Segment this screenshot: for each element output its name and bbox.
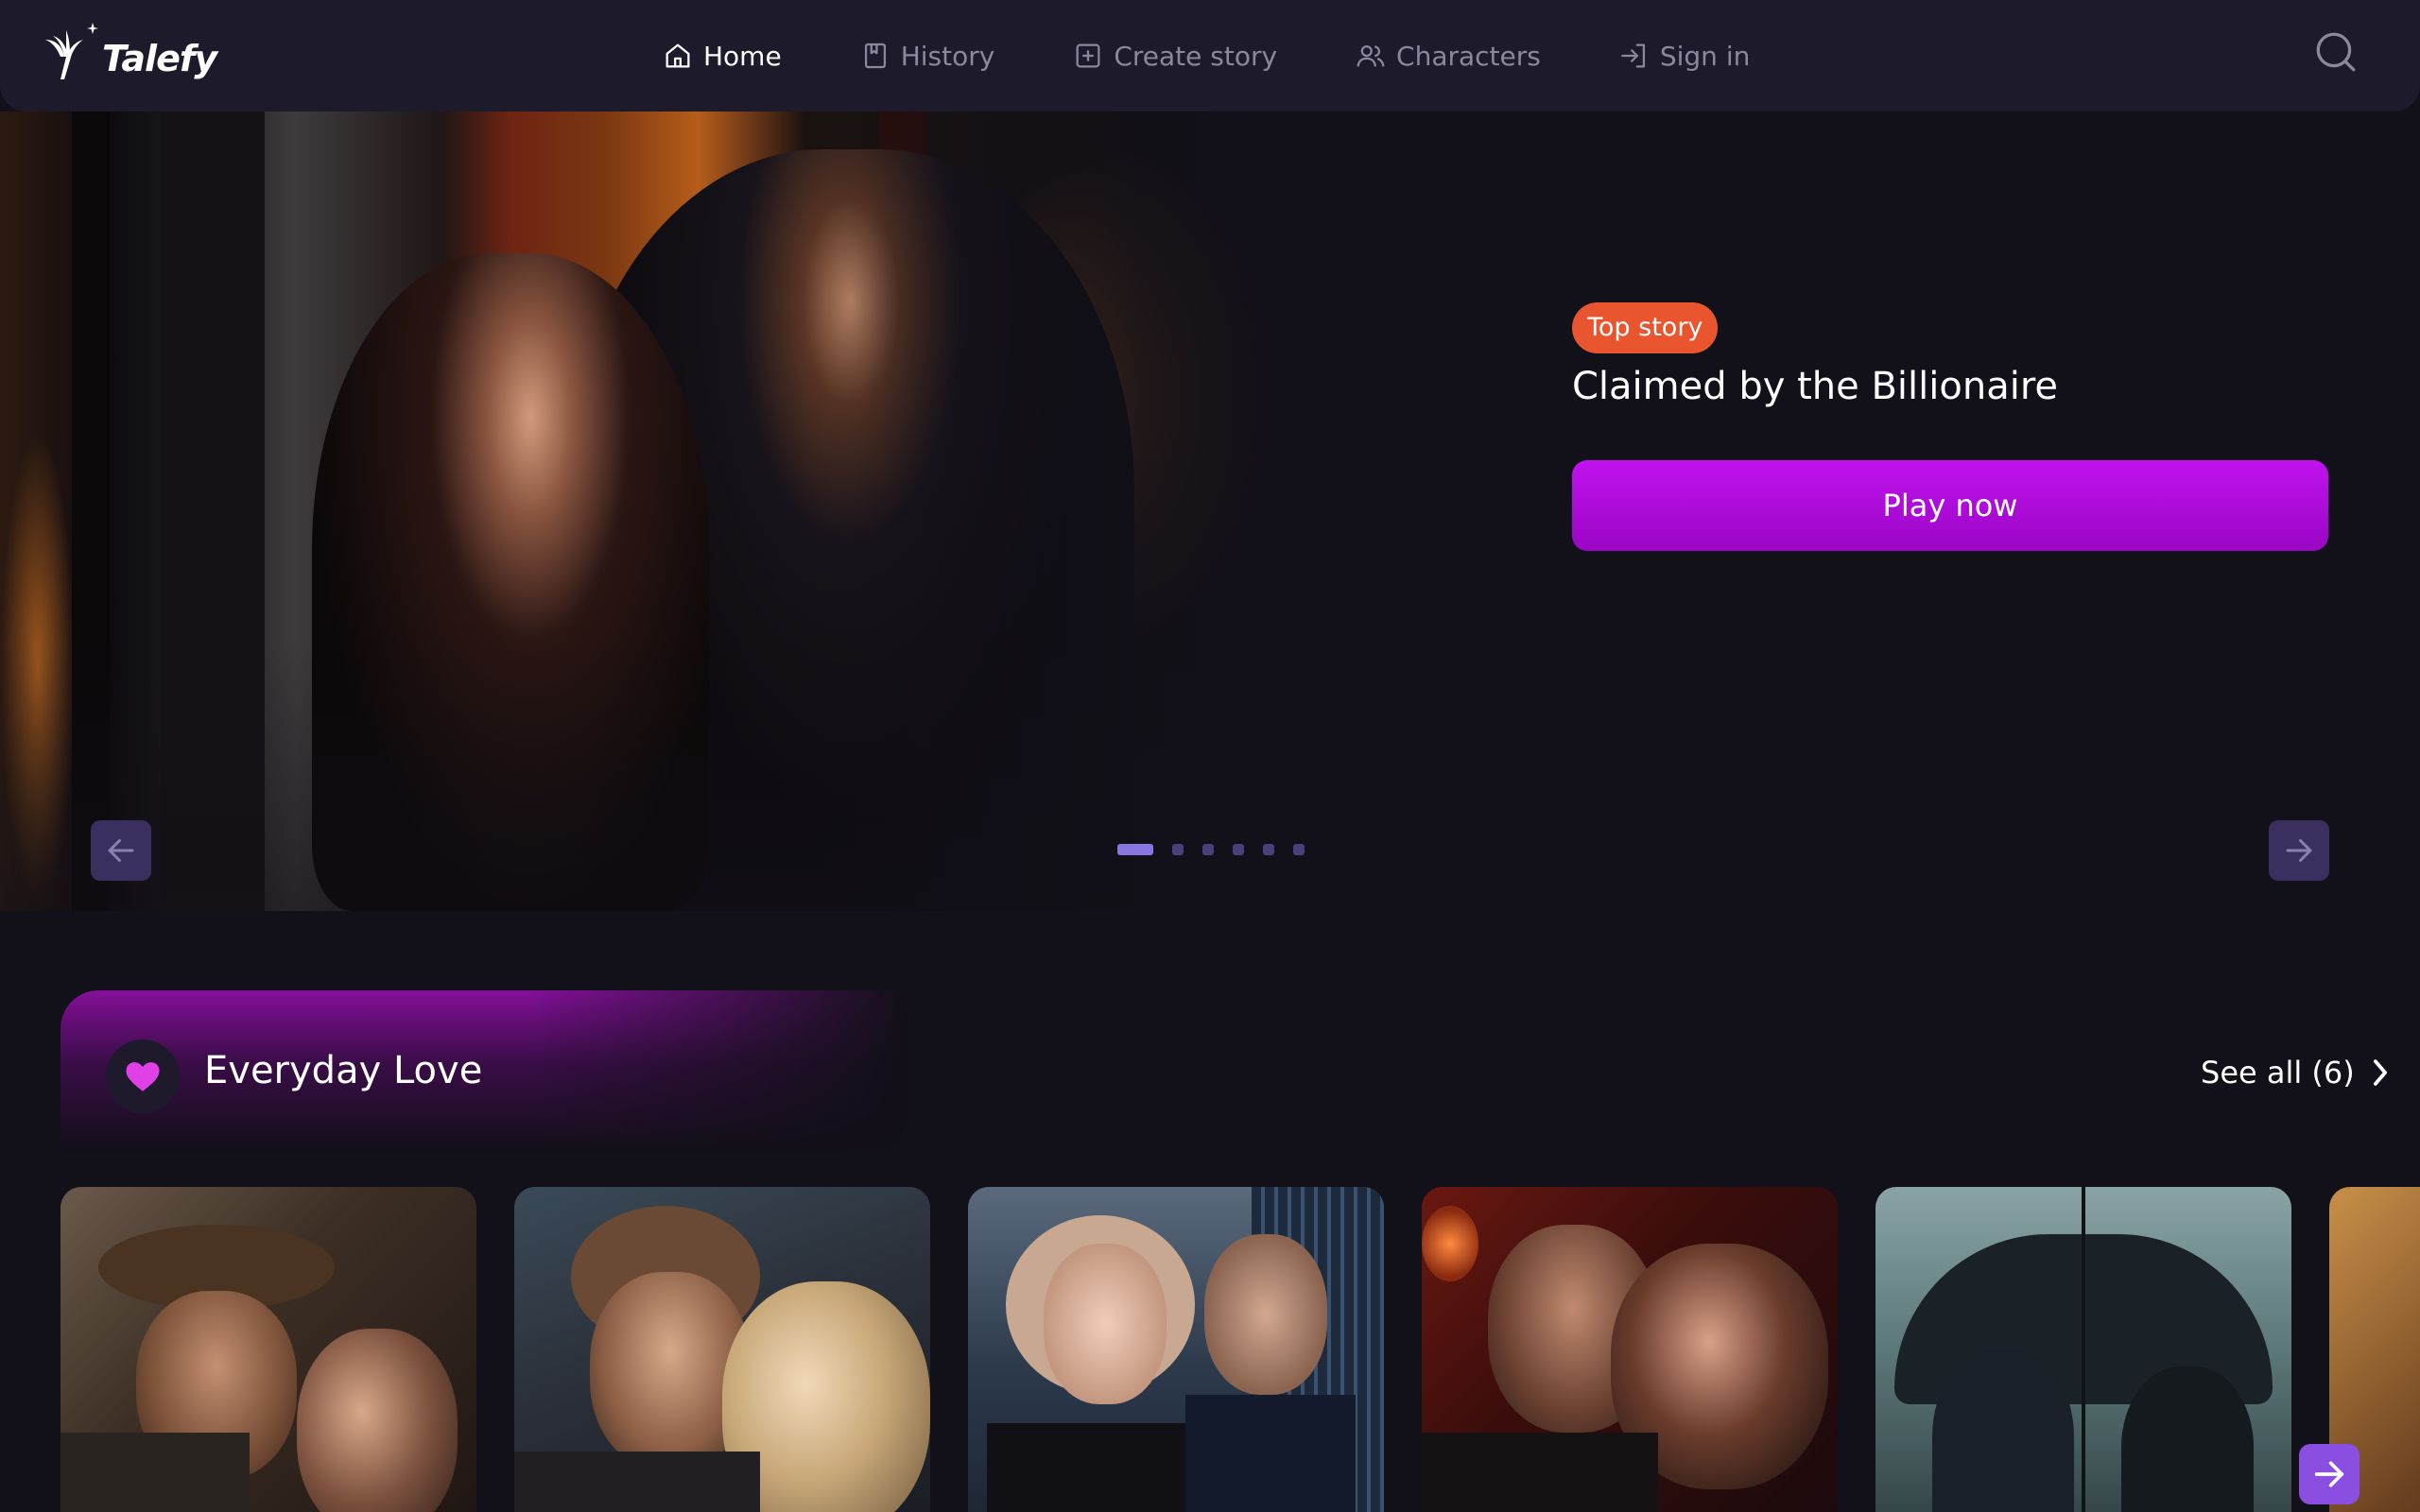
nav-create-story[interactable]: Create story — [1072, 27, 1277, 84]
nav-sign-in[interactable]: Sign in — [1618, 27, 1751, 84]
nav-history-label: History — [900, 40, 995, 72]
card-figure-right — [2121, 1366, 2254, 1512]
card-cowboy-couple[interactable] — [60, 1187, 476, 1512]
hero-fade-right — [0, 112, 1342, 911]
hero-story-title: Claimed by the Billionaire — [1572, 365, 2059, 408]
everyday-love-section-header: Everyday Love See all (6) — [60, 990, 2387, 1153]
pagination-dot-1[interactable] — [1117, 844, 1153, 855]
nav-history[interactable]: History — [859, 27, 995, 84]
app-root: Talefy Home History Create story Charact… — [0, 0, 2420, 1512]
card-city-couple[interactable] — [968, 1187, 1384, 1512]
story-card-row — [60, 1187, 2420, 1512]
arrow-left-icon — [108, 839, 134, 862]
play-now-button[interactable]: Play now — [1572, 460, 2328, 551]
card-figure-left — [1932, 1348, 2074, 1512]
card-face-right — [297, 1329, 458, 1512]
search-button[interactable] — [2312, 28, 2360, 76]
card-red-room-couple[interactable] — [1422, 1187, 1838, 1512]
card-embracing-couple[interactable] — [514, 1187, 930, 1512]
card-lamp — [1422, 1206, 1478, 1281]
top-navbar: Talefy Home History Create story Charact… — [0, 0, 2420, 112]
main-nav: Home History Create story Characters Sig… — [662, 0, 1827, 112]
nav-sign-in-label: Sign in — [1659, 40, 1751, 72]
card-jacket — [514, 1452, 760, 1512]
hero-banner: Top story Claimed by the Billionaire Pla… — [0, 112, 2420, 911]
search-icon — [2316, 32, 2356, 72]
users-icon — [1357, 44, 1385, 67]
card-umbrella-pole — [2082, 1187, 2085, 1512]
card-shirt — [60, 1433, 250, 1512]
logo-text: Talefy — [102, 38, 217, 79]
pagination-dot-4[interactable] — [1233, 844, 1244, 855]
section-header-band — [60, 990, 911, 1153]
talefy-logo-icon — [45, 23, 98, 79]
hero-prev-button[interactable] — [91, 820, 151, 881]
heart-icon — [126, 1062, 160, 1091]
see-all-link[interactable]: See all (6) — [2201, 1055, 2394, 1091]
card-navy-suit — [1185, 1395, 1356, 1512]
top-story-badge: Top story — [1572, 302, 1719, 353]
card-face-man — [1204, 1234, 1327, 1395]
card-dark-suit — [1422, 1433, 1658, 1512]
nav-characters[interactable]: Characters — [1355, 27, 1541, 84]
home-icon — [666, 43, 690, 68]
see-all-label: See all (6) — [2201, 1055, 2355, 1091]
card-umbrella-couple[interactable] — [1876, 1187, 2291, 1512]
hero-pagination — [1117, 843, 1323, 856]
hero-image — [0, 112, 1342, 911]
arrow-right-icon — [2314, 1461, 2344, 1487]
chevron-right-icon — [2373, 1059, 2387, 1086]
logo[interactable]: Talefy — [42, 17, 217, 83]
sign-in-icon — [1620, 43, 1645, 68]
cards-next-button[interactable] — [2299, 1444, 2360, 1504]
nav-characters-label: Characters — [1396, 40, 1541, 72]
pagination-dot-5[interactable] — [1263, 844, 1274, 855]
section-title: Everyday Love — [204, 1049, 483, 1092]
card-black-dress — [987, 1423, 1195, 1512]
pagination-dot-3[interactable] — [1202, 844, 1214, 855]
pagination-dot-6[interactable] — [1293, 844, 1305, 855]
hero-next-button[interactable] — [2269, 820, 2329, 881]
nav-home[interactable]: Home — [662, 27, 782, 84]
nav-create-story-label: Create story — [1114, 40, 1278, 72]
pagination-dot-2[interactable] — [1172, 844, 1184, 855]
bookmark-icon — [864, 43, 886, 69]
plus-square-icon — [1076, 43, 1100, 68]
nav-home-label: Home — [703, 40, 782, 72]
card-face-woman — [1044, 1244, 1167, 1404]
section-icon-badge — [106, 1040, 180, 1113]
arrow-right-icon — [2286, 839, 2312, 862]
